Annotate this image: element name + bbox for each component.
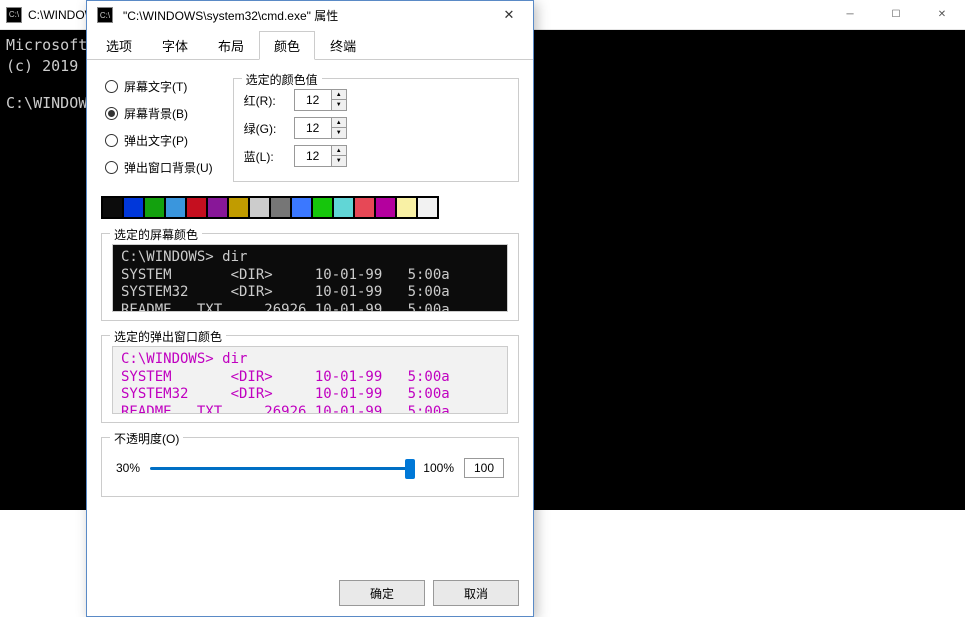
color-swatch[interactable]: [270, 197, 291, 218]
spin-up-icon[interactable]: ▲: [332, 118, 346, 128]
cmd-icon: C:\: [6, 7, 22, 23]
tab-bar: 选项 字体 布局 颜色 终端: [87, 31, 533, 60]
maximize-button[interactable]: ☐: [873, 0, 919, 30]
fieldset-legend: 选定的屏幕颜色: [110, 226, 202, 243]
color-swatch[interactable]: [102, 197, 123, 218]
green-spinner[interactable]: ▲▼: [294, 117, 347, 139]
radio-icon: [105, 134, 118, 147]
red-label: 红(R):: [244, 92, 284, 109]
fieldset-legend: 选定的颜色值: [242, 71, 322, 88]
dialog-titlebar: C:\ "C:\WINDOWS\system32\cmd.exe" 属性 ✕: [87, 1, 533, 29]
tab-options[interactable]: 选项: [91, 31, 147, 60]
dialog-body: 屏幕文字(T) 屏幕背景(B) 弹出文字(P) 弹出窗口背景(U) 选定的颜色值: [87, 60, 533, 570]
blue-label: 蓝(L):: [244, 148, 284, 165]
spin-down-icon[interactable]: ▼: [332, 156, 346, 166]
color-swatch[interactable]: [312, 197, 333, 218]
color-swatch[interactable]: [165, 197, 186, 218]
color-target-radios: 屏幕文字(T) 屏幕背景(B) 弹出文字(P) 弹出窗口背景(U): [101, 72, 213, 182]
radio-popup-background[interactable]: 弹出窗口背景(U): [105, 159, 213, 176]
tab-terminal[interactable]: 终端: [315, 31, 371, 60]
popup-color-preview-group: 选定的弹出窗口颜色 C:\WINDOWS> dir SYSTEM <DIR> 1…: [101, 335, 519, 423]
opacity-group: 不透明度(O) 30% 100%: [101, 437, 519, 497]
radio-icon: [105, 161, 118, 174]
green-label: 绿(G):: [244, 120, 284, 137]
close-button[interactable]: ✕: [919, 0, 965, 30]
spin-up-icon[interactable]: ▲: [332, 146, 346, 156]
color-swatch[interactable]: [333, 197, 354, 218]
dialog-buttons: 确定 取消: [87, 570, 533, 616]
color-swatch[interactable]: [396, 197, 417, 218]
radio-icon: [105, 80, 118, 93]
blue-spinner[interactable]: ▲▼: [294, 145, 347, 167]
red-input[interactable]: [295, 91, 331, 109]
radio-icon: [105, 107, 118, 120]
blue-input[interactable]: [295, 147, 331, 165]
opacity-max-label: 100%: [423, 461, 454, 475]
radio-label: 弹出文字(P): [124, 132, 188, 149]
fieldset-legend: 不透明度(O): [110, 430, 183, 447]
minimize-button[interactable]: ─: [827, 0, 873, 30]
dialog-title: "C:\WINDOWS\system32\cmd.exe" 属性: [123, 7, 338, 24]
tab-layout[interactable]: 布局: [203, 31, 259, 60]
selected-color-values: 选定的颜色值 红(R): ▲▼ 绿(G): ▲▼ 蓝(L):: [233, 78, 519, 182]
radio-screen-background[interactable]: 屏幕背景(B): [105, 105, 213, 122]
spin-down-icon[interactable]: ▼: [332, 100, 346, 110]
radio-label: 弹出窗口背景(U): [124, 159, 213, 176]
dialog-close-button[interactable]: ✕: [489, 1, 529, 29]
opacity-slider[interactable]: [150, 467, 413, 470]
color-swatch[interactable]: [123, 197, 144, 218]
cancel-button[interactable]: 取消: [433, 580, 519, 606]
tab-colors[interactable]: 颜色: [259, 31, 315, 60]
radio-label: 屏幕背景(B): [124, 105, 188, 122]
color-swatch[interactable]: [144, 197, 165, 218]
color-swatch[interactable]: [228, 197, 249, 218]
ok-button[interactable]: 确定: [339, 580, 425, 606]
spin-down-icon[interactable]: ▼: [332, 128, 346, 138]
color-swatch[interactable]: [354, 197, 375, 218]
red-spinner[interactable]: ▲▼: [294, 89, 347, 111]
popup-color-preview: C:\WINDOWS> dir SYSTEM <DIR> 10-01-99 5:…: [112, 346, 508, 414]
color-swatch[interactable]: [375, 197, 396, 218]
opacity-min-label: 30%: [116, 461, 140, 475]
tab-font[interactable]: 字体: [147, 31, 203, 60]
color-swatch[interactable]: [207, 197, 228, 218]
screen-color-preview-group: 选定的屏幕颜色 C:\WINDOWS> dir SYSTEM <DIR> 10-…: [101, 233, 519, 321]
color-swatch[interactable]: [249, 197, 270, 218]
radio-screen-text[interactable]: 屏幕文字(T): [105, 78, 213, 95]
color-palette: [101, 196, 439, 219]
cmd-icon: C:\: [97, 7, 113, 23]
green-input[interactable]: [295, 119, 331, 137]
slider-thumb-icon[interactable]: [405, 459, 415, 479]
radio-label: 屏幕文字(T): [124, 78, 187, 95]
spin-up-icon[interactable]: ▲: [332, 90, 346, 100]
window-controls: ─ ☐ ✕: [827, 0, 965, 30]
opacity-input[interactable]: [464, 458, 504, 478]
color-swatch[interactable]: [417, 197, 438, 218]
screen-color-preview: C:\WINDOWS> dir SYSTEM <DIR> 10-01-99 5:…: [112, 244, 508, 312]
radio-popup-text[interactable]: 弹出文字(P): [105, 132, 213, 149]
properties-dialog: C:\ "C:\WINDOWS\system32\cmd.exe" 属性 ✕ 选…: [86, 0, 534, 617]
color-swatch[interactable]: [291, 197, 312, 218]
fieldset-legend: 选定的弹出窗口颜色: [110, 328, 226, 345]
color-swatch[interactable]: [186, 197, 207, 218]
